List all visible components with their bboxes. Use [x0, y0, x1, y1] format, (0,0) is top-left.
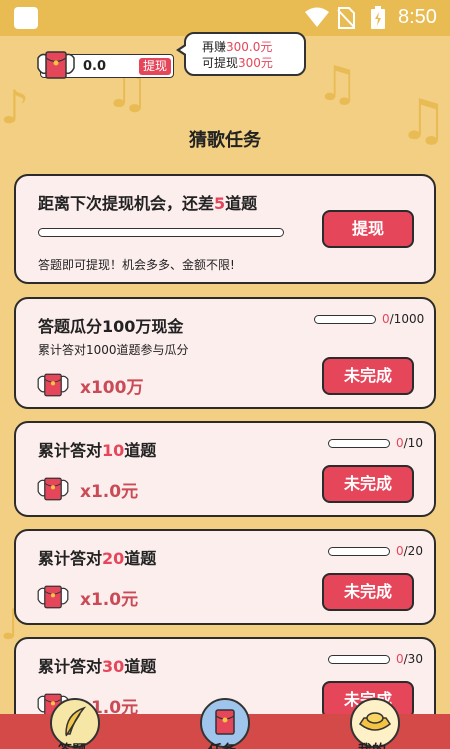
task-progress-bar	[328, 655, 390, 664]
earn-tip-bubble: 再赚300.0元 可提现300元	[184, 32, 306, 76]
task-progress-bar	[314, 315, 376, 324]
tip-tail-inner	[180, 46, 186, 54]
task-title: 累计答对10道题	[38, 441, 157, 460]
task-status-button[interactable]: 未完成	[322, 465, 414, 503]
nav-mine-label: 我的	[358, 740, 386, 749]
status-bar: 8:50	[0, 0, 450, 36]
task-reward: x100万	[80, 378, 144, 398]
withdraw-progress-card: 距离下次提现机会，还差5道题 答题即可提现！机会多多、金额不限! 提现	[14, 174, 436, 284]
withdraw-card-title: 距离下次提现机会，还差5道题	[38, 194, 258, 213]
tip-text: 再赚	[202, 40, 227, 54]
task-reward: x1.0元	[80, 482, 139, 502]
clock: 8:50	[398, 6, 437, 28]
task-card: 累计答对10道题 0/10 x1.0元 未完成	[14, 421, 436, 517]
task-card: 答题瓜分100万现金 0/1000 累计答对1000道题参与瓜分 x100万 未…	[14, 297, 436, 409]
battery-charging-icon	[371, 6, 385, 29]
wifi-icon	[305, 7, 329, 27]
task-reward: x1.0元	[80, 590, 139, 610]
winged-red-envelope-icon	[37, 477, 69, 501]
balance-amount: 0.0	[83, 59, 107, 74]
task-progress-count: 0/1000	[382, 312, 425, 326]
app-notification-icon	[14, 7, 38, 29]
nav-task-label: 任务	[208, 740, 236, 749]
tip-withdraw-value: 300元	[238, 56, 273, 70]
winged-red-envelope-icon	[37, 51, 75, 79]
task-card: 累计答对20道题 0/20 x1.0元 未完成	[14, 529, 436, 625]
task-status-button[interactable]: 未完成	[322, 357, 414, 395]
withdraw-small-button[interactable]: 提现	[139, 58, 171, 75]
tip-earn-value: 300.0元	[226, 40, 273, 54]
music-note-decoration: ♫	[316, 56, 360, 112]
nav-answer-label: 答题	[58, 740, 86, 749]
task-title: 累计答对30道题	[38, 657, 157, 676]
page-title: 猜歌任务	[189, 130, 261, 151]
task-progress-count: 0/30	[396, 652, 423, 666]
no-sim-icon	[337, 7, 355, 29]
withdraw-progress-bar	[38, 228, 284, 237]
withdraw-card-subtitle: 答题即可提现！机会多多、金额不限!	[38, 258, 235, 272]
task-title: 答题瓜分100万现金	[38, 317, 184, 336]
task-progress-bar	[328, 439, 390, 448]
task-progress-count: 0/20	[396, 544, 423, 558]
tip-text: 可提现	[202, 56, 239, 70]
task-subtitle: 累计答对1000道题参与瓜分	[38, 343, 189, 357]
withdraw-button[interactable]: 提现	[322, 210, 414, 248]
task-progress-bar	[328, 547, 390, 556]
task-title: 累计答对20道题	[38, 549, 157, 568]
task-status-button[interactable]: 未完成	[322, 573, 414, 611]
task-progress-count: 0/10	[396, 436, 423, 450]
winged-red-envelope-icon	[37, 585, 69, 609]
winged-red-envelope-icon	[37, 373, 69, 397]
